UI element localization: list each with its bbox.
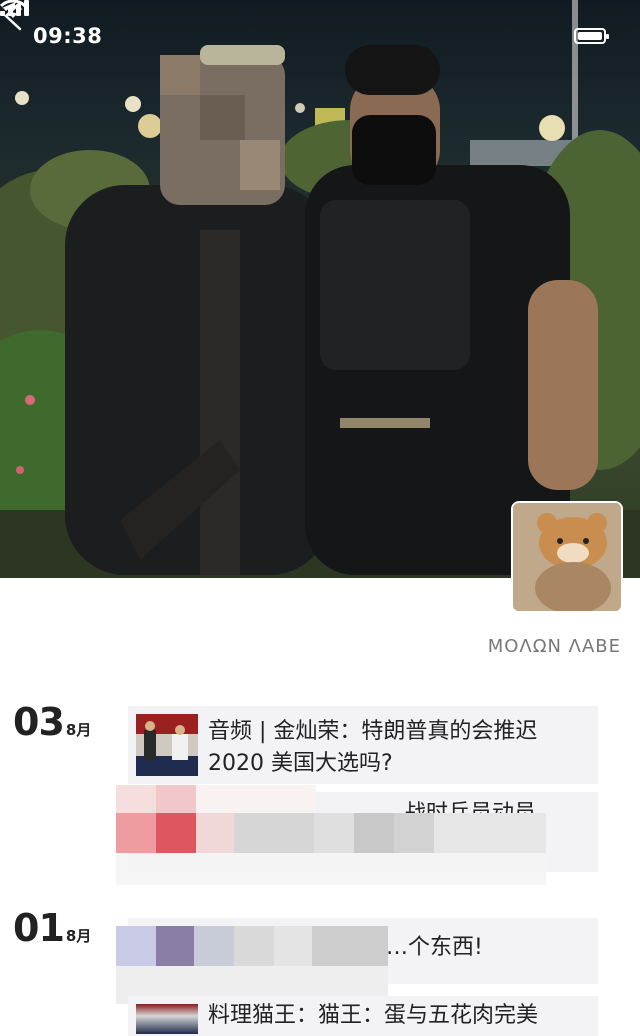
teddy-bear-avatar-image [513, 503, 621, 611]
article-thumbnail-image [136, 714, 198, 776]
date-month: 8月 [65, 927, 92, 945]
timeline-date-01: 01 8月 [13, 906, 91, 950]
article-title: 音频 | 金灿荣：特朗普真的会推迟 2020 美国大选吗? [208, 719, 538, 776]
date-month: 8月 [65, 721, 92, 739]
shared-article-post[interactable]: 料理猫王：猫王：蛋与五花肉完美 [128, 996, 598, 1036]
timeline-date-03: 03 8月 [13, 700, 91, 744]
shared-article-post[interactable]: 音频 | 金灿荣：特朗普真的会推迟 2020 美国大选吗? [128, 706, 598, 784]
date-day: 03 [13, 700, 65, 744]
profile-avatar[interactable] [513, 503, 621, 611]
article-thumbnail [136, 714, 198, 776]
article-thumbnail [136, 1004, 198, 1034]
pixelated-mask [116, 926, 388, 1004]
article-title: 料理猫王：猫王：蛋与五花肉完美 [208, 1003, 539, 1028]
pixelated-mask [116, 785, 546, 885]
status-time: 09:38 [33, 24, 103, 48]
back-arrow-icon[interactable] [0, 0, 28, 32]
date-day: 01 [13, 906, 65, 950]
cover-photo-scene [0, 0, 640, 578]
profile-signature: ΜΟΛΩΝ ΛΑΒΕ [487, 636, 621, 657]
post-text: …个东西! [386, 935, 483, 960]
cover-photo[interactable]: 09:38 [0, 0, 640, 578]
battery-icon [574, 28, 609, 44]
status-bar: 09:38 [0, 0, 640, 76]
